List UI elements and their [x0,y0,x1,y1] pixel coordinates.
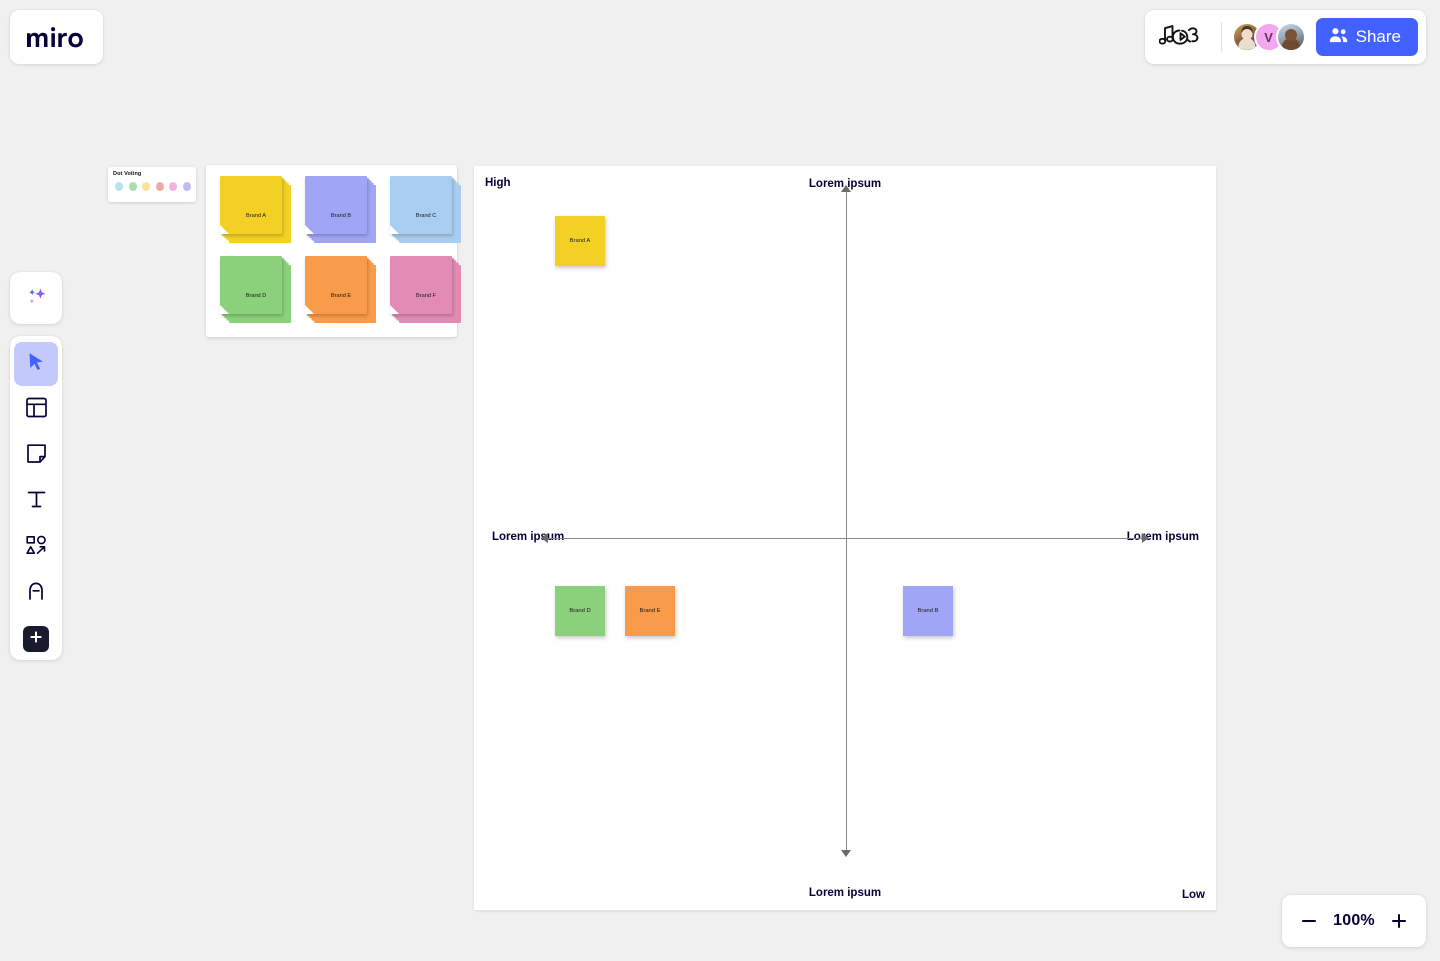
collaborator-avatars: V [1231,22,1306,52]
zoom-level-value: 100% [1333,912,1375,929]
more-apps-tool[interactable] [23,626,49,652]
sticky-note-corner-fold [390,225,399,234]
sticky-note-label: Brand C [415,213,437,219]
templates-icon [25,396,48,424]
share-button-label: Share [1355,27,1401,46]
axis-arrow-left-icon [541,533,548,543]
sticky-note-corner-fold [390,305,399,314]
select-tool[interactable] [14,342,58,386]
sticky-note-tool[interactable] [14,434,58,478]
zoom-control: 100% [1282,895,1426,947]
matrix-axis-bottom-label: Lorem ipsum [808,887,882,899]
miro-logo [26,25,87,49]
sticky-note-top[interactable]: Brand F [390,256,452,314]
matrix-corner-low: Low [1182,889,1205,901]
sticky-stack-brand-e[interactable]: Brand E [305,256,376,323]
sticky-note-corner-fold [220,305,229,314]
pen-tool[interactable] [14,572,58,616]
matrix-note-brand-d[interactable]: Brand D [555,586,605,636]
zoom-in-button[interactable] [1388,910,1410,932]
shapes-icon [25,534,48,562]
dot-pink[interactable] [169,182,178,191]
matrix-note-brand-a[interactable]: Brand A [555,216,605,266]
miro-logo-card[interactable] [10,10,103,64]
prioritization-matrix-frame: High Low Lorem ipsum Lorem ipsum Lorem i… [474,166,1216,910]
header-divider [1220,22,1222,52]
sticky-note-palette-grid: Brand A Brand B Brand C Brand D Brand E Brand… [220,176,475,336]
sticky-note-corner-fold [305,225,314,234]
people-icon [1329,27,1348,48]
matrix-vertical-axis [845,192,847,850]
matrix-note-label: Brand E [639,608,661,614]
sticky-note-label: Brand F [416,293,436,299]
matrix-note-brand-b[interactable]: Brand B [903,586,953,636]
sticky-note-top[interactable]: Brand C [390,176,452,234]
dot-cyan[interactable] [115,182,124,191]
matrix-corner-high: High [485,177,511,189]
cursor-select-icon [25,351,47,378]
sticky-stack-brand-a[interactable]: Brand A [220,176,291,243]
matrix-note-label: Brand B [917,608,939,614]
matrix-note-label: Brand A [569,238,591,244]
header-actions: V Share [1144,10,1426,64]
music-notes-icon[interactable] [1158,23,1211,51]
dot-voting-widget[interactable]: Dot Voting [108,167,196,202]
templates-tool[interactable] [14,388,58,432]
sticky-stack-brand-b[interactable]: Brand B [305,176,376,243]
sticky-note-top[interactable]: Brand E [305,256,367,314]
sticky-note-label: Brand D [245,293,267,299]
sticky-note-label: Brand B [330,213,352,219]
sticky-stack-brand-d[interactable]: Brand D [220,256,291,323]
sticky-note-corner-fold [305,305,314,314]
dot-yellow[interactable] [142,182,151,191]
pen-icon [25,580,48,608]
text-tool[interactable] [14,480,58,524]
dot-voting-title: Dot Voting [113,171,142,177]
plus-icon [29,630,43,649]
dot-purple[interactable] [182,182,191,191]
sticky-note-icon [25,442,48,470]
sticky-note-top[interactable]: Brand D [220,256,282,314]
shapes-tool[interactable] [14,526,58,570]
axis-arrow-down-icon [841,850,851,857]
sticky-note-label: Brand A [246,213,266,219]
zoom-out-button[interactable] [1298,910,1320,932]
matrix-horizontal-axis [548,537,1142,539]
sticky-note-palette: Brand A Brand B Brand C Brand D Brand E Brand… [206,165,461,337]
sticky-note-corner-fold [220,225,229,234]
ai-assistant-button[interactable] [10,272,62,324]
sticky-note-top[interactable]: Brand A [220,176,282,234]
sticky-stack-brand-f[interactable]: Brand F [390,256,461,323]
matrix-note-label: Brand D [569,608,591,614]
sparkle-ai-icon [22,282,50,315]
matrix-note-brand-e[interactable]: Brand E [625,586,675,636]
sticky-note-label: Brand E [330,293,352,299]
share-button[interactable]: Share [1315,18,1418,56]
sticky-note-top[interactable]: Brand B [305,176,367,234]
dot-green[interactable] [128,182,137,191]
avatar-collaborator-3[interactable] [1275,22,1306,52]
sticky-stack-brand-c[interactable]: Brand C [390,176,461,243]
dot-red[interactable] [155,182,164,191]
dot-voting-dots [113,182,191,191]
axis-arrow-up-icon [841,185,851,192]
left-toolbar [10,336,62,660]
axis-arrow-right-icon [1142,533,1149,543]
text-icon [25,488,48,516]
